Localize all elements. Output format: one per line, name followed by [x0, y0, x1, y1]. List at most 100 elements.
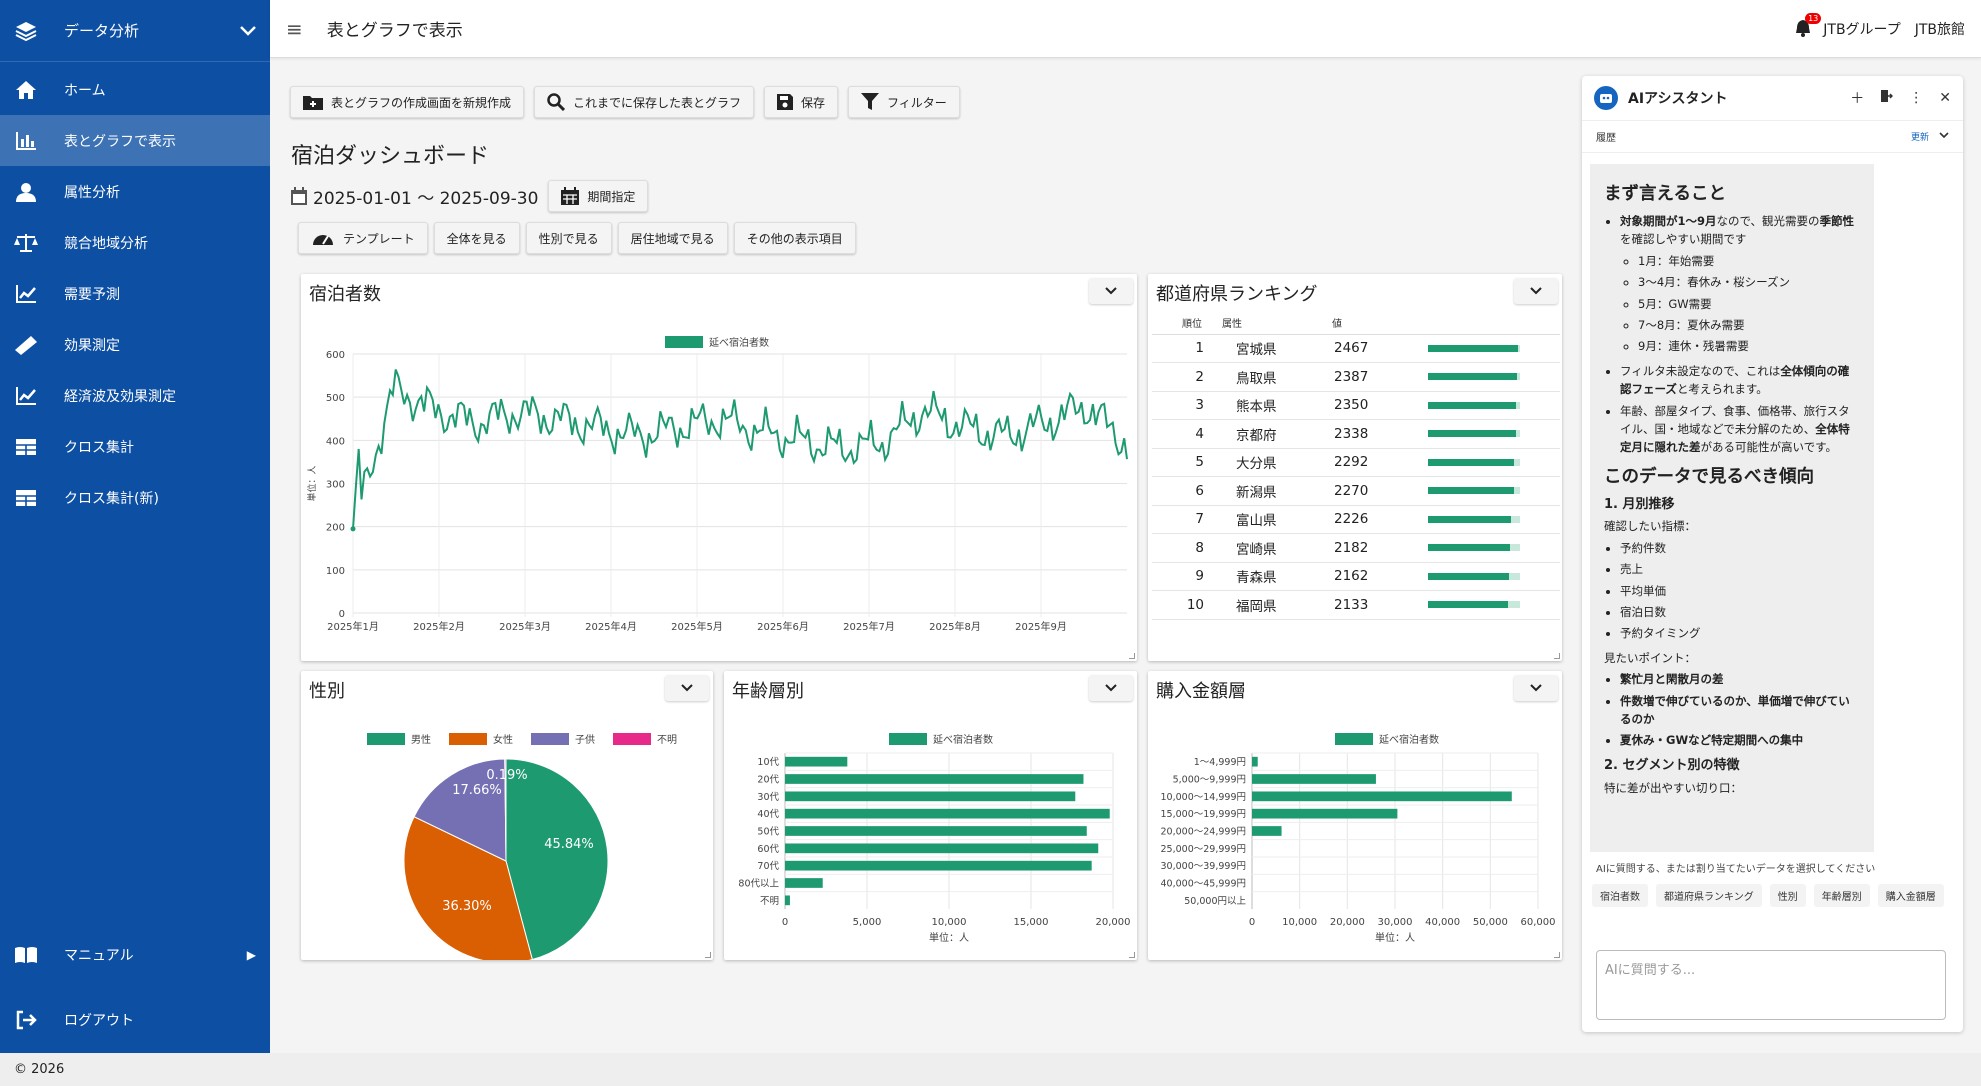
x-tick-label: 2025年2月	[413, 620, 465, 633]
rank-cell: 1	[1152, 334, 1222, 363]
y-tick-label: 200	[326, 523, 345, 534]
logout-icon	[14, 1008, 38, 1032]
date-range: 2025-01-01 〜 2025-09-30	[291, 184, 538, 209]
template-button[interactable]: テンプレート	[298, 222, 428, 254]
ruler-icon	[14, 333, 38, 357]
chevron-down-icon[interactable]	[1939, 131, 1949, 142]
resize-handle[interactable]	[1129, 952, 1135, 958]
ranking-card-menu-button[interactable]	[1514, 278, 1558, 304]
view-other-label: その他の表示項目	[746, 231, 843, 246]
value-bar-track	[1428, 515, 1520, 523]
sidebar-item-attribute[interactable]: 属性分析	[0, 166, 270, 217]
list-item: 予約件数	[1620, 539, 1860, 557]
chevron-down-icon[interactable]	[240, 21, 256, 40]
filter-button[interactable]: フィルター	[848, 86, 960, 118]
plus-icon[interactable]: ＋	[1850, 88, 1864, 108]
new-chart-button[interactable]: 表とグラフの作成画面を新規作成	[290, 86, 525, 118]
chip-ranking[interactable]: 都道府県ランキング	[1656, 884, 1762, 907]
sidebar-item-cross-new[interactable]: クロス集計(新)	[0, 472, 270, 523]
ranking-table: 順位 属性 値 1 宮城県 2467 2 鳥取県 2387 3 熊本県 2350 4 京都府 2338…	[1152, 312, 1560, 620]
purchase-card-menu-button[interactable]	[1514, 675, 1558, 701]
trend-icon	[14, 384, 38, 408]
sidebar-item-logout[interactable]: ログアウト	[0, 994, 270, 1045]
close-icon[interactable]: ✕	[1939, 90, 1951, 106]
notification-button[interactable]: 13	[1795, 12, 1822, 39]
sidebar-item-manual[interactable]: マニュアル ▶	[0, 929, 270, 980]
chip-list: 宿泊者数 都道府県ランキング 性別 年齢層別 購入金額層	[1592, 884, 1952, 907]
scale-icon	[14, 231, 38, 255]
update-link[interactable]: 更新	[1911, 130, 1929, 143]
view-all-button[interactable]: 全体を見る	[433, 222, 520, 254]
chip-age[interactable]: 年齢層別	[1813, 884, 1870, 907]
rank-cell: 8	[1152, 533, 1222, 563]
sidebar-item-charts[interactable]: 表とグラフで表示	[0, 115, 270, 166]
chip-gender[interactable]: 性別	[1769, 884, 1806, 907]
sidebar-item-economic[interactable]: 経済波及効果測定	[0, 370, 270, 421]
bullet-list: 対象期間が1〜9月なので、観光需要の季節性を確認しやすい期間です 1月：年始需要…	[1604, 212, 1860, 457]
bar-cell	[1428, 334, 1560, 363]
list-item: 年齢、部屋タイプ、食事、価格帯、旅行スタイル、国・地域などで未分解のため、全体特…	[1620, 402, 1860, 457]
legend-swatch	[1335, 733, 1373, 745]
y-tick-label: 300	[326, 480, 345, 491]
sidebar-item-cross[interactable]: クロス集計	[0, 421, 270, 472]
chip-purchase[interactable]: 購入金額層	[1877, 884, 1944, 907]
view-region-button[interactable]: 居住地域で見る	[617, 222, 728, 254]
chevron-right-icon: ▶	[246, 947, 256, 962]
export-icon[interactable]	[1880, 89, 1894, 107]
value-cell: 2270	[1332, 476, 1428, 506]
x-tick-label: 20,000	[1096, 917, 1131, 928]
value-bar-track	[1428, 430, 1520, 438]
history-bar[interactable]: 履歴 更新	[1582, 121, 1963, 153]
sidebar-item-forecast[interactable]: 需要予測	[0, 268, 270, 319]
data-point	[350, 526, 356, 532]
resize-handle[interactable]	[1129, 653, 1135, 659]
value-bar	[1428, 344, 1519, 352]
x-tick-label: 0	[782, 917, 788, 928]
gender-card-menu-button[interactable]	[665, 675, 709, 701]
list-item: 9月：連休・残暑需要	[1638, 337, 1860, 355]
sidebar-item-effect[interactable]: 効果測定	[0, 319, 270, 370]
sidebar-header[interactable]: データ分析	[0, 0, 270, 62]
table-row: 6 新潟県 2270	[1152, 476, 1560, 506]
y-tick-label: 50,000円以上	[1184, 896, 1246, 907]
y-tick-label: 不明	[760, 896, 779, 907]
sidebar-item-competitor[interactable]: 競合地域分析	[0, 217, 270, 268]
sidebar-item-home[interactable]: ホーム	[0, 64, 270, 115]
more-vert-icon[interactable]: ⋮	[1909, 90, 1923, 106]
value-bar	[1428, 487, 1514, 495]
legend-swatch	[665, 336, 703, 348]
guests-card-menu-button[interactable]	[1089, 278, 1133, 304]
y-tick-label: 10代	[757, 757, 779, 768]
view-other-button[interactable]: その他の表示項目	[733, 222, 856, 254]
saved-charts-button[interactable]: これまでに保存した表とグラフ	[534, 86, 755, 118]
y-tick-label: 30,000〜39,999円	[1161, 861, 1246, 872]
resize-handle[interactable]	[705, 952, 711, 958]
period-label: 期間指定	[587, 189, 636, 204]
value-cell: 2133	[1332, 590, 1428, 620]
resize-handle[interactable]	[1554, 952, 1560, 958]
dashboard-title: 宿泊ダッシュボード	[291, 144, 490, 169]
view-gender-button[interactable]: 性別で見る	[525, 222, 612, 254]
column-header-attribute: 属性	[1222, 312, 1332, 335]
age-card-menu-button[interactable]	[1089, 675, 1133, 701]
value-bar-track	[1428, 401, 1520, 409]
pie-data-label: 17.66%	[452, 783, 502, 798]
value-bar-track	[1428, 487, 1520, 495]
chip-guests[interactable]: 宿泊者数	[1592, 884, 1648, 907]
saved-charts-label: これまでに保存した表とグラフ	[573, 95, 742, 110]
y-tick-label: 30代	[757, 792, 779, 803]
hamburger-icon[interactable]: ≡	[286, 17, 303, 41]
sidebar-item-label: クロス集計(新)	[64, 490, 159, 507]
ai-response-content: まず言えること 対象期間が1〜9月なので、観光需要の季節性を確認しやすい期間です…	[1590, 164, 1874, 852]
sidebar-header-label: データ分析	[64, 22, 140, 40]
x-tick-label: 30,000	[1378, 917, 1413, 928]
new-chart-label: 表とグラフの作成画面を新規作成	[331, 95, 512, 110]
ai-question-input[interactable]: AIに質問する...	[1596, 950, 1946, 1020]
period-button[interactable]: 期間指定	[548, 180, 649, 212]
x-tick-label: 50,000	[1473, 917, 1508, 928]
value-cell: 2467	[1332, 334, 1428, 363]
save-button[interactable]: 保存	[764, 86, 839, 118]
add-folder-icon	[303, 94, 323, 110]
list-item: 5月：GW需要	[1638, 295, 1860, 313]
resize-handle[interactable]	[1554, 653, 1560, 659]
